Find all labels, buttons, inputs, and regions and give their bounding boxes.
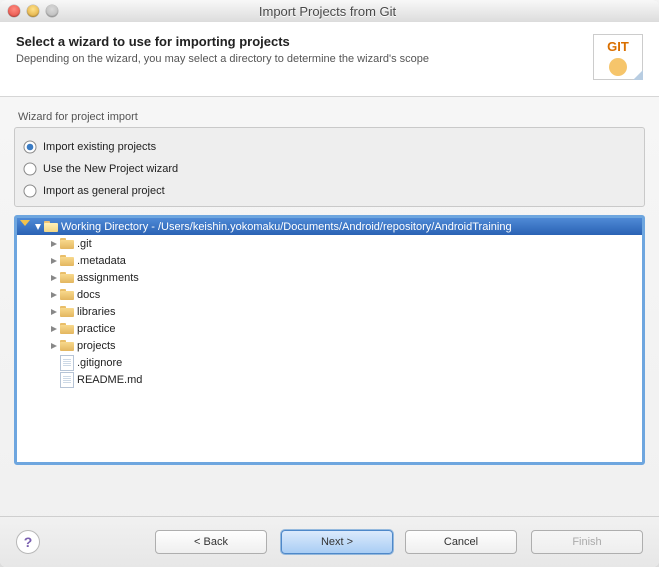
git-badge-icon: GIT (593, 34, 643, 80)
tree-row-label: README.md (77, 374, 142, 386)
tree-row[interactable]: .gitignore (17, 354, 642, 371)
titlebar: Import Projects from Git (0, 0, 659, 23)
disclosure-closed-icon[interactable] (49, 257, 59, 265)
banner: Select a wizard to use for importing pro… (0, 22, 659, 97)
tree-row-label: Working Directory - /Users/keishin.yokom… (61, 221, 512, 233)
disclosure-closed-icon[interactable] (49, 240, 59, 248)
tree-row[interactable]: practice (17, 320, 642, 337)
folder-open-icon (43, 221, 59, 232)
tree-row-label: assignments (77, 272, 139, 284)
zoom-icon[interactable] (46, 5, 58, 17)
tree-row[interactable]: README.md (17, 371, 642, 388)
tree-row[interactable]: assignments (17, 269, 642, 286)
tree-row-label: projects (77, 340, 116, 352)
radio-label: Import existing projects (43, 141, 156, 153)
file-icon (59, 372, 75, 388)
file-icon (59, 355, 75, 371)
radio-on-icon (23, 140, 37, 154)
folder-icon (59, 306, 75, 317)
tree-row-label: libraries (77, 306, 116, 318)
folder-icon (59, 289, 75, 300)
disclosure-closed-icon[interactable] (49, 342, 59, 350)
radio-group: Import existing projects Use the New Pro… (14, 127, 645, 207)
finish-button: Finish (531, 530, 643, 554)
tree-row-label: .gitignore (77, 357, 122, 369)
group-label: Wizard for project import (18, 111, 645, 123)
radio-label: Use the New Project wizard (43, 163, 178, 175)
tree-row-label: .git (77, 238, 92, 250)
radio-import-existing[interactable]: Import existing projects (21, 136, 638, 158)
tree-row[interactable]: docs (17, 286, 642, 303)
disclosure-closed-icon[interactable] (49, 291, 59, 299)
disclosure-closed-icon[interactable] (49, 325, 59, 333)
minimize-icon[interactable] (27, 5, 39, 17)
radio-label: Import as general project (43, 185, 165, 197)
tree-row-label: .metadata (77, 255, 126, 267)
footer: ? < Back Next > Cancel Finish (0, 516, 659, 567)
banner-sub: Depending on the wizard, you may select … (16, 53, 593, 65)
folder-icon (59, 340, 75, 351)
disclosure-closed-icon[interactable] (49, 308, 59, 316)
tree-row-root[interactable]: Working Directory - /Users/keishin.yokom… (17, 218, 642, 235)
tree-row[interactable]: .git (17, 235, 642, 252)
banner-heading: Select a wizard to use for importing pro… (16, 34, 593, 49)
tree-row[interactable]: .metadata (17, 252, 642, 269)
tree-row[interactable]: libraries (17, 303, 642, 320)
radio-off-icon (23, 162, 37, 176)
radio-new-project[interactable]: Use the New Project wizard (21, 158, 638, 180)
folder-icon (59, 238, 75, 249)
help-button[interactable]: ? (16, 530, 40, 554)
radio-off-icon (23, 184, 37, 198)
tree-row-label: docs (77, 289, 100, 301)
next-button[interactable]: Next > (281, 530, 393, 554)
folder-icon (59, 323, 75, 334)
tree-row[interactable]: projects (17, 337, 642, 354)
radio-general-project[interactable]: Import as general project (21, 180, 638, 202)
tree-row-label: practice (77, 323, 116, 335)
disclosure-closed-icon[interactable] (49, 274, 59, 282)
back-button[interactable]: < Back (155, 530, 267, 554)
disclosure-open-icon[interactable] (33, 223, 43, 231)
window-title: Import Projects from Git (58, 4, 597, 19)
cancel-button[interactable]: Cancel (405, 530, 517, 554)
directory-tree[interactable]: Working Directory - /Users/keishin.yokom… (14, 215, 645, 465)
window-controls (8, 5, 58, 17)
close-icon[interactable] (8, 5, 20, 17)
folder-icon (59, 272, 75, 283)
folder-icon (59, 255, 75, 266)
